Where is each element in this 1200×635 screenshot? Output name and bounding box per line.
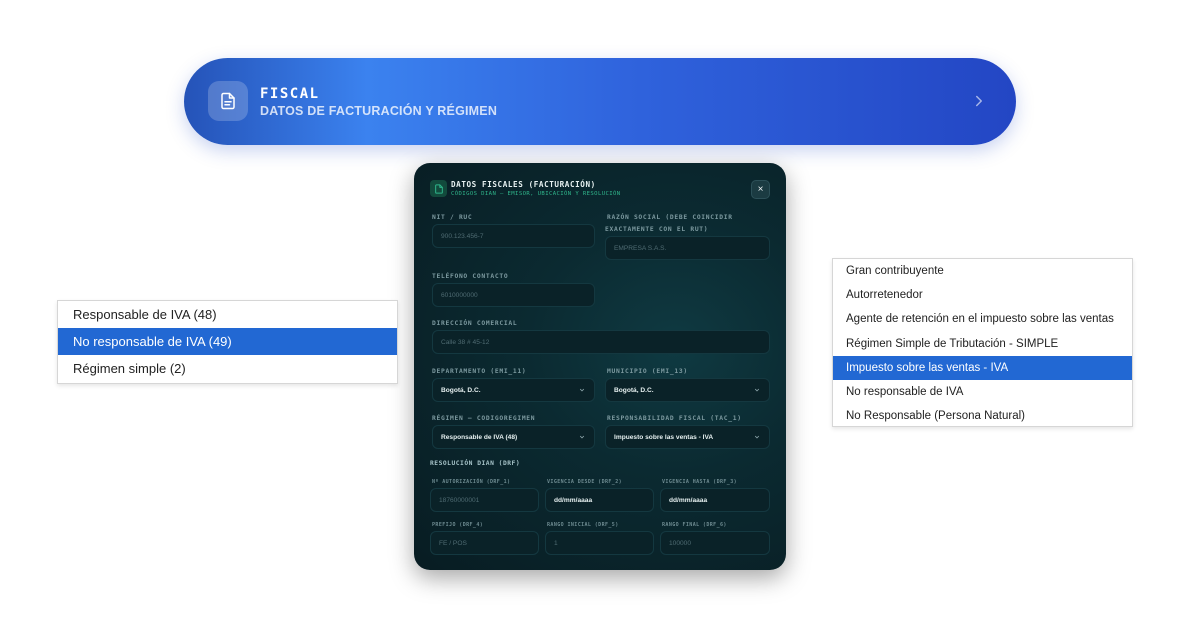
- chevron-right-icon[interactable]: [970, 92, 988, 110]
- dropdown-option[interactable]: Gran contribuyente: [833, 259, 1132, 283]
- dropdown-option[interactable]: Régimen Simple de Tributación - SIMPLE: [833, 332, 1132, 356]
- prefijo-field[interactable]: FE / POS: [430, 531, 539, 555]
- rango-inicial-label: RANGO INICIAL (DRF_5): [547, 522, 619, 528]
- dropdown-option[interactable]: Autorretenedor: [833, 283, 1132, 307]
- dropdown-option[interactable]: No Responsable (Persona Natural): [833, 404, 1132, 428]
- responsabilidad-select[interactable]: Impuesto sobre las ventas - IVA: [605, 425, 770, 449]
- fiscal-section-banner[interactable]: FISCAL DATOS DE FACTURACIÓN Y RÉGIMEN: [184, 58, 1016, 145]
- dropdown-option[interactable]: No responsable de IVA: [833, 380, 1132, 404]
- dropdown-option-highlighted[interactable]: Impuesto sobre las ventas - IVA: [833, 355, 1132, 380]
- vigencia-hasta-label: VIGENCIA HASTA (DRF_3): [662, 479, 738, 485]
- razon-social-label-line1: RAZÓN SOCIAL (DEBE COINCIDIR: [607, 214, 733, 221]
- chevron-down-icon: [579, 388, 585, 392]
- municipio-value: Bogotá, D.C.: [614, 386, 654, 394]
- chevron-down-icon: [754, 435, 760, 439]
- fiscal-data-modal: DATOS FISCALES (FACTURACIÓN) CÓDIGOS DIA…: [414, 163, 786, 570]
- nit-label: NIT / RUC: [432, 214, 473, 221]
- telefono-field[interactable]: 6010000000: [432, 283, 595, 307]
- vigencia-hasta-field[interactable]: dd/mm/aaaa: [660, 488, 770, 512]
- departamento-select[interactable]: Bogotá, D.C.: [432, 378, 595, 402]
- modal-subtitle: CÓDIGOS DIAN — EMISOR, UBICACIÓN Y RESOL…: [451, 191, 621, 197]
- close-button[interactable]: ×: [751, 180, 770, 199]
- banner-subtitle: DATOS DE FACTURACIÓN Y RÉGIMEN: [260, 104, 498, 118]
- direccion-field[interactable]: Calle 38 # 45-12: [432, 330, 770, 354]
- chevron-down-icon: [754, 388, 760, 392]
- prefijo-label: PREFIJO (DRF_4): [432, 522, 484, 528]
- document-icon: [430, 180, 447, 197]
- vigencia-desde-label: VIGENCIA DESDE (DRF_2): [547, 479, 623, 485]
- dropdown-option[interactable]: Régimen simple (2): [58, 355, 397, 382]
- dropdown-option-highlighted[interactable]: No responsable de IVA (49): [58, 328, 397, 355]
- chevron-down-icon: [579, 435, 585, 439]
- modal-title: DATOS FISCALES (FACTURACIÓN): [451, 180, 596, 189]
- rango-inicial-field[interactable]: 1: [545, 531, 654, 555]
- document-icon: [208, 81, 248, 121]
- banner-title: FISCAL: [260, 86, 320, 102]
- regimen-dropdown-list: Responsable de IVA (48) No responsable d…: [57, 300, 398, 384]
- telefono-label: TELÉFONO CONTACTO: [432, 273, 509, 280]
- razon-social-label-line2: EXACTAMENTE CON EL RUT): [605, 226, 709, 233]
- vigencia-desde-field[interactable]: dd/mm/aaaa: [545, 488, 654, 512]
- departamento-label: DEPARTAMENTO (EMI_11): [432, 368, 527, 375]
- rango-final-label: RANGO FINAL (DRF_6): [662, 522, 727, 528]
- resolucion-section-title: RESOLUCIÓN DIAN (DRF): [430, 460, 521, 467]
- responsabilidad-label: RESPONSABILIDAD FISCAL (TAC_1): [607, 415, 742, 422]
- autorizacion-field[interactable]: 18760000001: [430, 488, 539, 512]
- regimen-select[interactable]: Responsable de IVA (48): [432, 425, 595, 449]
- rango-final-field[interactable]: 100000: [660, 531, 770, 555]
- dropdown-option[interactable]: Responsable de IVA (48): [58, 301, 397, 328]
- autorizacion-label: Nº AUTORIZACIÓN (DRF_1): [432, 479, 511, 485]
- direccion-label: DIRECCIÓN COMERCIAL: [432, 320, 518, 327]
- responsabilidad-dropdown-list: Gran contribuyente Autorretenedor Agente…: [832, 258, 1133, 427]
- municipio-label: MUNICIPIO (EMI_13): [607, 368, 688, 375]
- dropdown-option[interactable]: Agente de retención en el impuesto sobre…: [833, 307, 1132, 331]
- municipio-select[interactable]: Bogotá, D.C.: [605, 378, 770, 402]
- departamento-value: Bogotá, D.C.: [441, 386, 481, 394]
- regimen-label: RÉGIMEN — CODIGOREGIMEN: [432, 415, 536, 422]
- regimen-value: Responsable de IVA (48): [441, 433, 518, 441]
- razon-social-field[interactable]: EMPRESA S.A.S.: [605, 236, 770, 260]
- nit-field[interactable]: 900.123.456-7: [432, 224, 595, 248]
- responsabilidad-value: Impuesto sobre las ventas - IVA: [614, 433, 714, 441]
